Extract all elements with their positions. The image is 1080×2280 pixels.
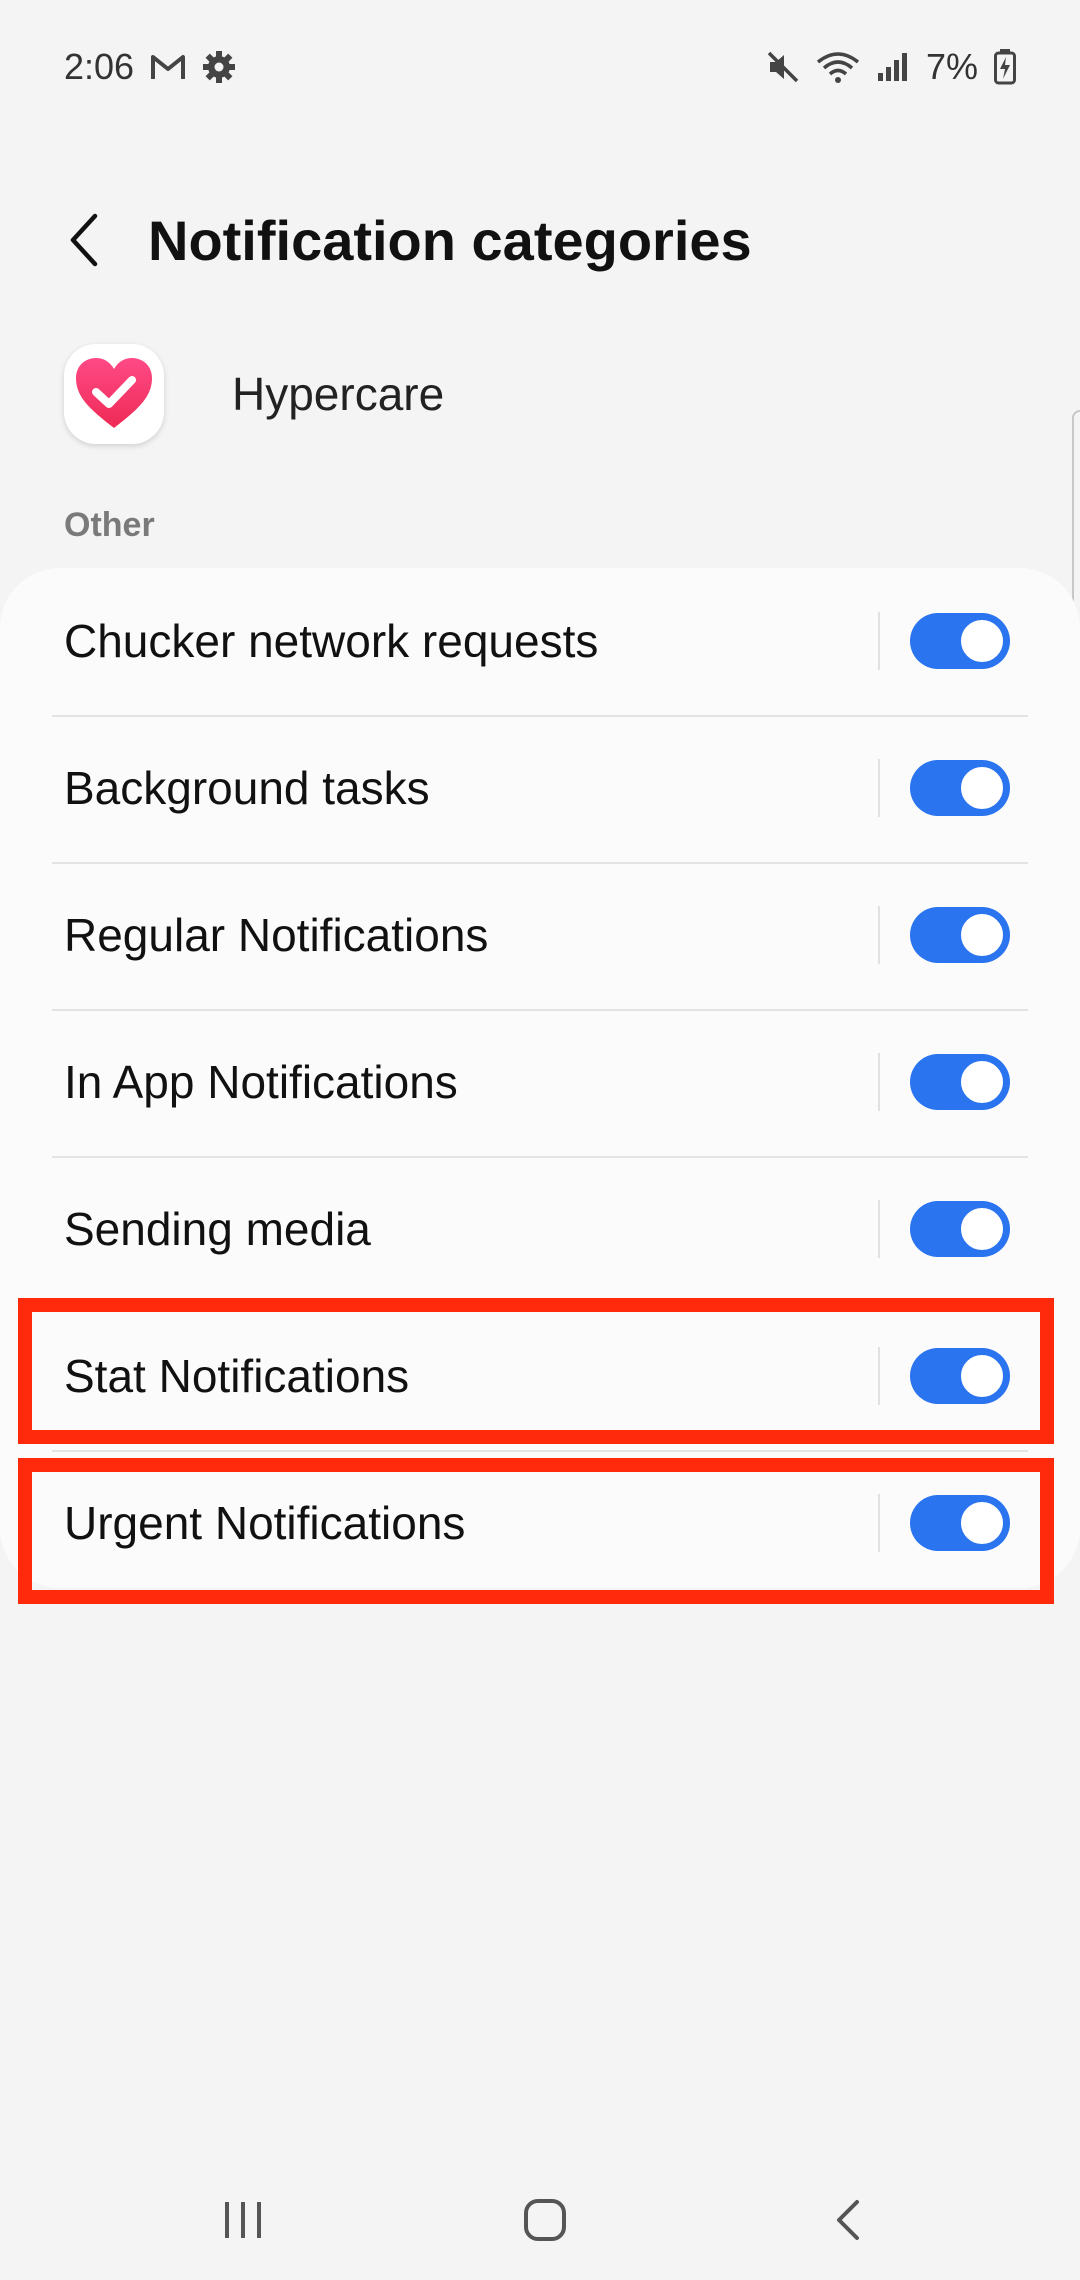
category-row[interactable]: Sending media bbox=[0, 1156, 1080, 1303]
category-label: Sending media bbox=[64, 1203, 371, 1255]
highlight-box bbox=[18, 1458, 1054, 1604]
row-divider bbox=[878, 1053, 880, 1111]
category-label: Chucker network requests bbox=[64, 615, 599, 667]
row-divider bbox=[878, 1200, 880, 1258]
settings-gear-icon bbox=[202, 50, 236, 84]
toggle-knob bbox=[958, 764, 1006, 812]
highlight-box bbox=[18, 1298, 1054, 1444]
home-icon bbox=[524, 2199, 566, 2241]
toggle-knob bbox=[958, 911, 1006, 959]
home-button[interactable] bbox=[505, 2180, 585, 2260]
nav-back-button[interactable] bbox=[808, 2180, 888, 2260]
category-toggle[interactable] bbox=[910, 760, 1010, 816]
chevron-left-icon bbox=[70, 213, 98, 267]
row-divider bbox=[878, 759, 880, 817]
category-label: Background tasks bbox=[64, 762, 430, 814]
back-icon bbox=[837, 2200, 859, 2240]
app-bar: Notification categories bbox=[0, 190, 1080, 290]
gmail-icon bbox=[150, 52, 186, 82]
status-right: 7% bbox=[766, 46, 1016, 88]
wifi-icon bbox=[816, 50, 860, 84]
category-label: Regular Notifications bbox=[64, 909, 489, 961]
battery-percent: 7% bbox=[925, 46, 978, 87]
row-divider bbox=[878, 612, 880, 670]
app-name: Hypercare bbox=[232, 368, 445, 420]
heart-check-icon bbox=[76, 358, 152, 428]
mute-icon bbox=[766, 50, 800, 84]
navigation-bar bbox=[0, 2150, 1080, 2280]
category-row[interactable]: Regular Notifications bbox=[0, 862, 1080, 1009]
status-bar: 2:06 7% bbox=[0, 0, 1080, 134]
category-row[interactable]: Chucker network requests bbox=[0, 568, 1080, 715]
row-divider bbox=[878, 906, 880, 964]
section-header: Other bbox=[64, 506, 155, 544]
page-title: Notification categories bbox=[148, 208, 752, 272]
category-toggle[interactable] bbox=[910, 613, 1010, 669]
recent-apps-button[interactable] bbox=[203, 2180, 283, 2260]
battery-charging-icon bbox=[994, 49, 1016, 85]
app-info-row: Hypercare bbox=[64, 342, 964, 446]
category-toggle[interactable] bbox=[910, 1201, 1010, 1257]
toggle-knob bbox=[958, 1058, 1006, 1106]
signal-icon bbox=[876, 51, 910, 83]
status-left: 2:06 bbox=[64, 46, 236, 88]
status-time: 2:06 bbox=[64, 46, 135, 87]
category-row[interactable]: Background tasks bbox=[0, 715, 1080, 862]
recent-apps-icon bbox=[225, 2202, 261, 2238]
toggle-knob bbox=[958, 617, 1006, 665]
category-label: In App Notifications bbox=[64, 1056, 458, 1108]
category-toggle[interactable] bbox=[910, 907, 1010, 963]
category-toggle[interactable] bbox=[910, 1054, 1010, 1110]
back-button[interactable] bbox=[50, 205, 120, 275]
toggle-knob bbox=[958, 1205, 1006, 1253]
app-icon bbox=[64, 344, 164, 444]
category-row[interactable]: In App Notifications bbox=[0, 1009, 1080, 1156]
